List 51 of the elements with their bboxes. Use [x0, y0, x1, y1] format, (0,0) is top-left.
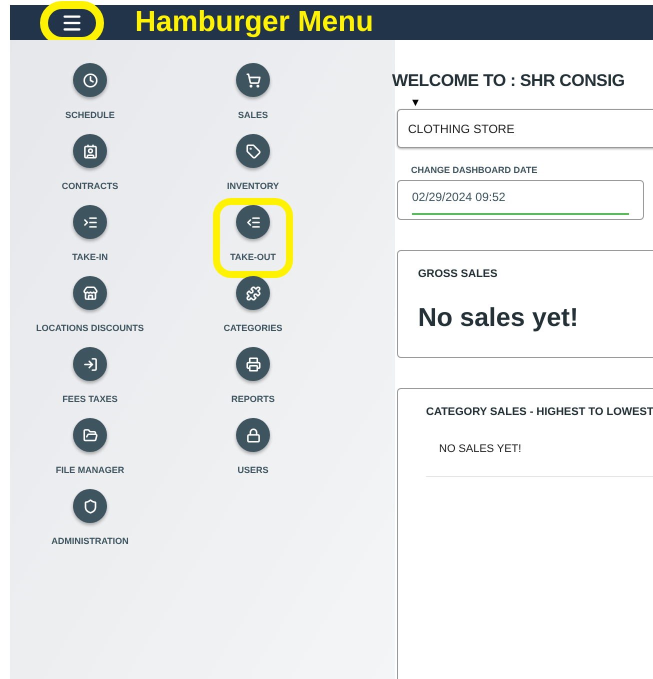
gross-sales-value: No sales yet!	[418, 302, 580, 332]
select-value: CLOTHING STORE	[408, 120, 514, 138]
menu-icon-button[interactable]	[236, 418, 270, 452]
date-field[interactable]: 02/29/2024 09:52	[397, 180, 644, 220]
menu-icon-button[interactable]	[73, 276, 107, 310]
lock-icon	[246, 428, 260, 442]
menu-label[interactable]: TAKE-OUT	[230, 251, 276, 263]
menu-icon-button[interactable]	[73, 489, 107, 523]
dropdown-arrow[interactable]: ▼	[410, 97, 653, 109]
menu-label[interactable]: TAKE-IN	[72, 251, 108, 263]
card-title: CATEGORY SALES - HIGHEST TO LOWEST	[426, 404, 653, 420]
annotation-title: Hamburger Menu	[135, 8, 374, 37]
menu-icon-button[interactable]	[73, 205, 107, 239]
printer-icon	[246, 356, 260, 372]
enter-icon	[82, 356, 98, 372]
menu-label[interactable]: CONTRACTS	[62, 180, 118, 192]
menu-label[interactable]: FEES TAXES	[62, 393, 118, 405]
outdent-icon	[246, 214, 260, 230]
menu-label[interactable]: LOCATIONS DISCOUNTS	[36, 322, 144, 334]
menu-label[interactable]: ADMINISTRATION	[51, 535, 129, 547]
menu-icon-button[interactable]	[73, 134, 107, 168]
id-badge-icon	[82, 144, 98, 158]
menu-label[interactable]: FILE MANAGER	[56, 464, 124, 476]
date-value: 02/29/2024 09:52	[412, 189, 506, 206]
menu-icon-button[interactable]	[73, 418, 107, 452]
store-select[interactable]: CLOTHING STORE	[397, 109, 653, 148]
tag-icon	[246, 144, 260, 158]
welcome-title: WELCOME TO : SHR CONSIG	[392, 70, 626, 92]
menu-icon-button[interactable]	[236, 347, 270, 381]
store-icon	[82, 286, 98, 300]
menu-icon-button[interactable]	[236, 276, 270, 310]
indent-icon	[82, 214, 98, 230]
date-label: CHANGE DASHBOARD DATE	[411, 164, 538, 177]
menu-icon-button[interactable]	[236, 134, 270, 168]
menu-icon-button[interactable]	[73, 347, 107, 381]
card-title: GROSS SALES	[418, 266, 498, 282]
menu-label[interactable]: INVENTORY	[226, 180, 279, 192]
menu-label[interactable]: CATEGORIES	[224, 322, 282, 334]
shield-icon	[82, 498, 98, 514]
menu-label[interactable]: REPORTS	[231, 393, 275, 405]
menu-label[interactable]: SALES	[238, 109, 268, 121]
folder-icon	[82, 428, 98, 442]
puzzle-icon	[246, 286, 260, 300]
category-row: NO SALES YET!	[439, 443, 522, 455]
menu-label[interactable]: USERS	[237, 464, 268, 476]
menu-icon-button[interactable]	[236, 205, 270, 239]
menu-label[interactable]: SCHEDULE	[65, 109, 115, 121]
cart-icon	[246, 72, 260, 88]
clock-icon	[82, 72, 98, 88]
menu-icon-button[interactable]	[73, 63, 107, 97]
menu-icon-button[interactable]	[236, 63, 270, 97]
